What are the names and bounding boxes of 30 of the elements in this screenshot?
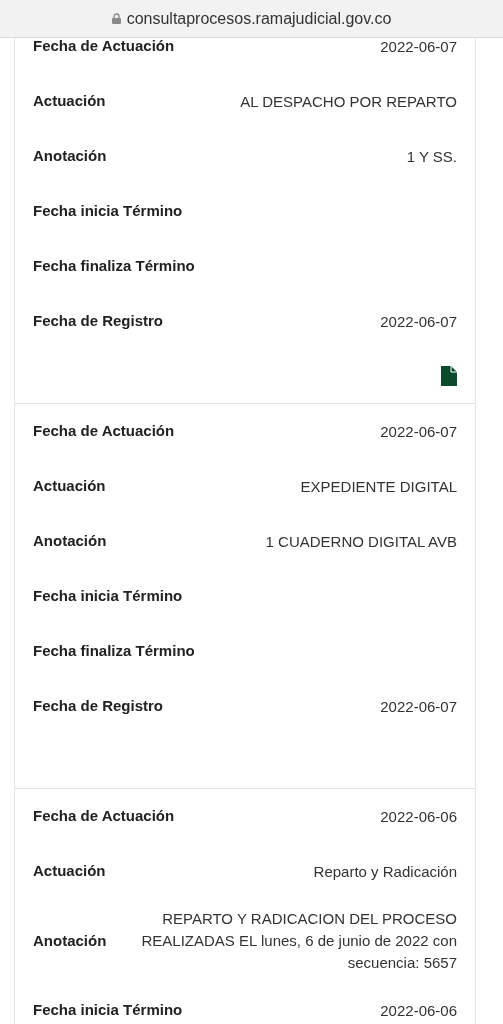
field-label: Fecha de Registro xyxy=(33,696,164,717)
field-value: AL DESPACHO POR REPARTO xyxy=(240,91,457,112)
field-value: EXPEDIENTE DIGITAL xyxy=(300,476,457,497)
field-label: Actuación xyxy=(33,91,106,112)
url-text[interactable]: consultaprocesos.ramajudicial.gov.co xyxy=(126,6,392,31)
field-value: 1 Y SS. xyxy=(406,146,457,167)
field-value: 2022-06-07 xyxy=(380,38,457,57)
field-value: 2022-06-07 xyxy=(380,421,457,442)
field-label: Fecha finaliza Término xyxy=(33,641,195,662)
field-label: Fecha de Actuación xyxy=(33,421,175,442)
field-value: 2022-06-07 xyxy=(380,311,457,332)
field-value: 2022-06-07 xyxy=(380,696,457,717)
field-label: Fecha inicia Término xyxy=(33,586,183,607)
field-label: Fecha de Actuación xyxy=(33,38,175,57)
field-value: Reparto y Radicación xyxy=(313,861,457,882)
field-label: Fecha inicia Término xyxy=(33,1000,183,1021)
field-label: Fecha finaliza Término xyxy=(33,256,195,277)
document-icon[interactable] xyxy=(441,366,457,386)
field-label: Fecha de Actuación xyxy=(33,806,175,827)
field-value: REPARTO Y RADICACION DEL PROCESO REALIZADAS EL lunes, 6 de junio de 2022 con secuencia: 5657 xyxy=(140,909,457,973)
field-value: 2022-06-06 xyxy=(380,1000,457,1021)
field-value: 2022-06-06 xyxy=(380,806,457,827)
field-label: Actuación xyxy=(33,861,106,882)
field-label: Anotación xyxy=(33,930,107,951)
field-label: Fecha inicia Término xyxy=(33,201,183,222)
field-value: 1 CUADERNO DIGITAL AVB xyxy=(265,531,457,552)
field-label: Fecha de Registro xyxy=(33,311,164,332)
field-label: Anotación xyxy=(33,531,107,552)
field-label: Anotación xyxy=(33,146,107,167)
field-label: Actuación xyxy=(33,476,106,497)
